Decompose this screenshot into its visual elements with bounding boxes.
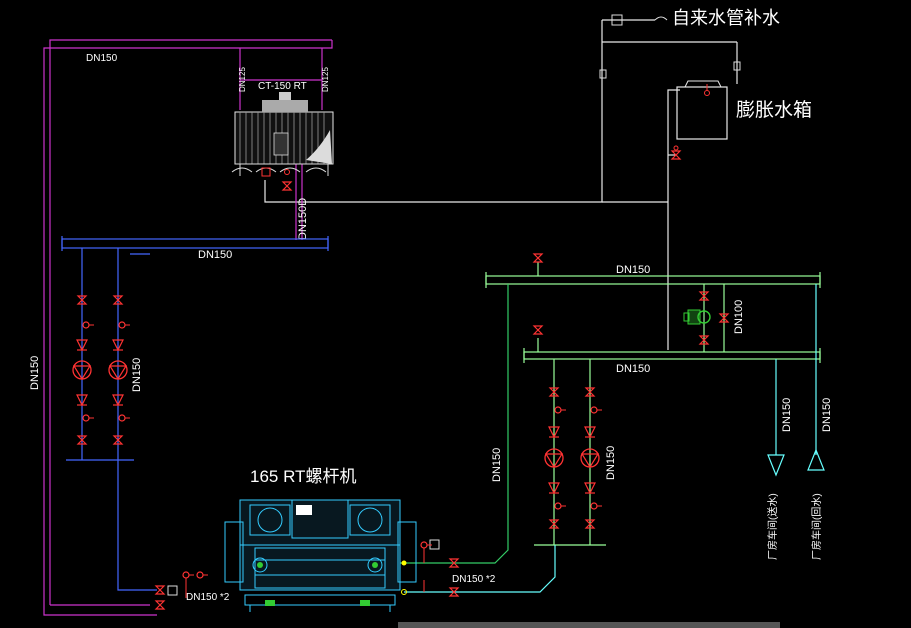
chw-header-top	[485, 262, 821, 288]
dn150-tower-drop-label: DN150D	[297, 198, 309, 240]
bottom-strip	[398, 622, 780, 628]
expansion-tank-label: 膨胀水箱	[736, 99, 812, 121]
chw-pump-train-2	[580, 387, 603, 529]
dn150-chw-header-bottom-label: DN150	[616, 363, 650, 375]
plant-supply-return	[767, 284, 825, 477]
cooling-tower-label: CT-150 RT	[258, 81, 307, 92]
dn150-return-label: DN150	[821, 398, 833, 432]
dn100-bypass-label: DN100	[733, 300, 745, 334]
dn150x2-condenser-label: DN150 *2	[186, 592, 230, 603]
chw-pump-train-1	[544, 387, 567, 529]
dn150-chw-riser-label: DN150	[491, 448, 503, 482]
chiller-label: 165 RT螺杆机	[250, 467, 356, 486]
chw-top-vent-valve	[533, 253, 543, 263]
plant-return-label: 厂房车间(回水)	[810, 493, 823, 560]
cooling-pump-train-1	[72, 295, 95, 445]
chiller-condenser-valves	[155, 571, 209, 610]
bypass-valve-assembly	[683, 291, 729, 345]
chw-riser	[400, 284, 509, 564]
city-water-label: 自来水管补水	[672, 8, 780, 28]
city-water-line	[264, 19, 738, 350]
dn150x2-evaporator-label: DN150 *2	[452, 574, 496, 585]
cooling-pump-train-2	[108, 295, 131, 445]
dn150-chw-header-top-label: DN150	[616, 264, 650, 276]
dn150-chw-pumps-label: DN150	[605, 446, 617, 480]
dn125-label-b: DN125	[321, 67, 330, 92]
chiller-evaporator-valves	[401, 539, 459, 597]
dn125-label-a: DN125	[238, 67, 247, 92]
bypass-valve-icon	[683, 309, 711, 325]
dn150-cooling-pumps-label: DN150	[131, 358, 143, 392]
chiller-unit	[224, 499, 417, 612]
cooling-tower	[231, 92, 334, 191]
dn150-supply-label: DN150	[781, 398, 793, 432]
plant-supply-label: 厂房车间(送水)	[766, 493, 779, 560]
dn150-cooling-header-label: DN150	[198, 249, 232, 261]
dn150-left-vertical-label: DN150	[29, 356, 41, 390]
expansion-tank	[671, 80, 728, 160]
dn150-top-label: DN150	[86, 53, 118, 64]
piping-diagram: 自来水管补水 膨胀水箱 DN150 DN125 DN125 DN150 DN15…	[29, 8, 833, 628]
chw-bottom-vent-valve	[533, 325, 543, 335]
